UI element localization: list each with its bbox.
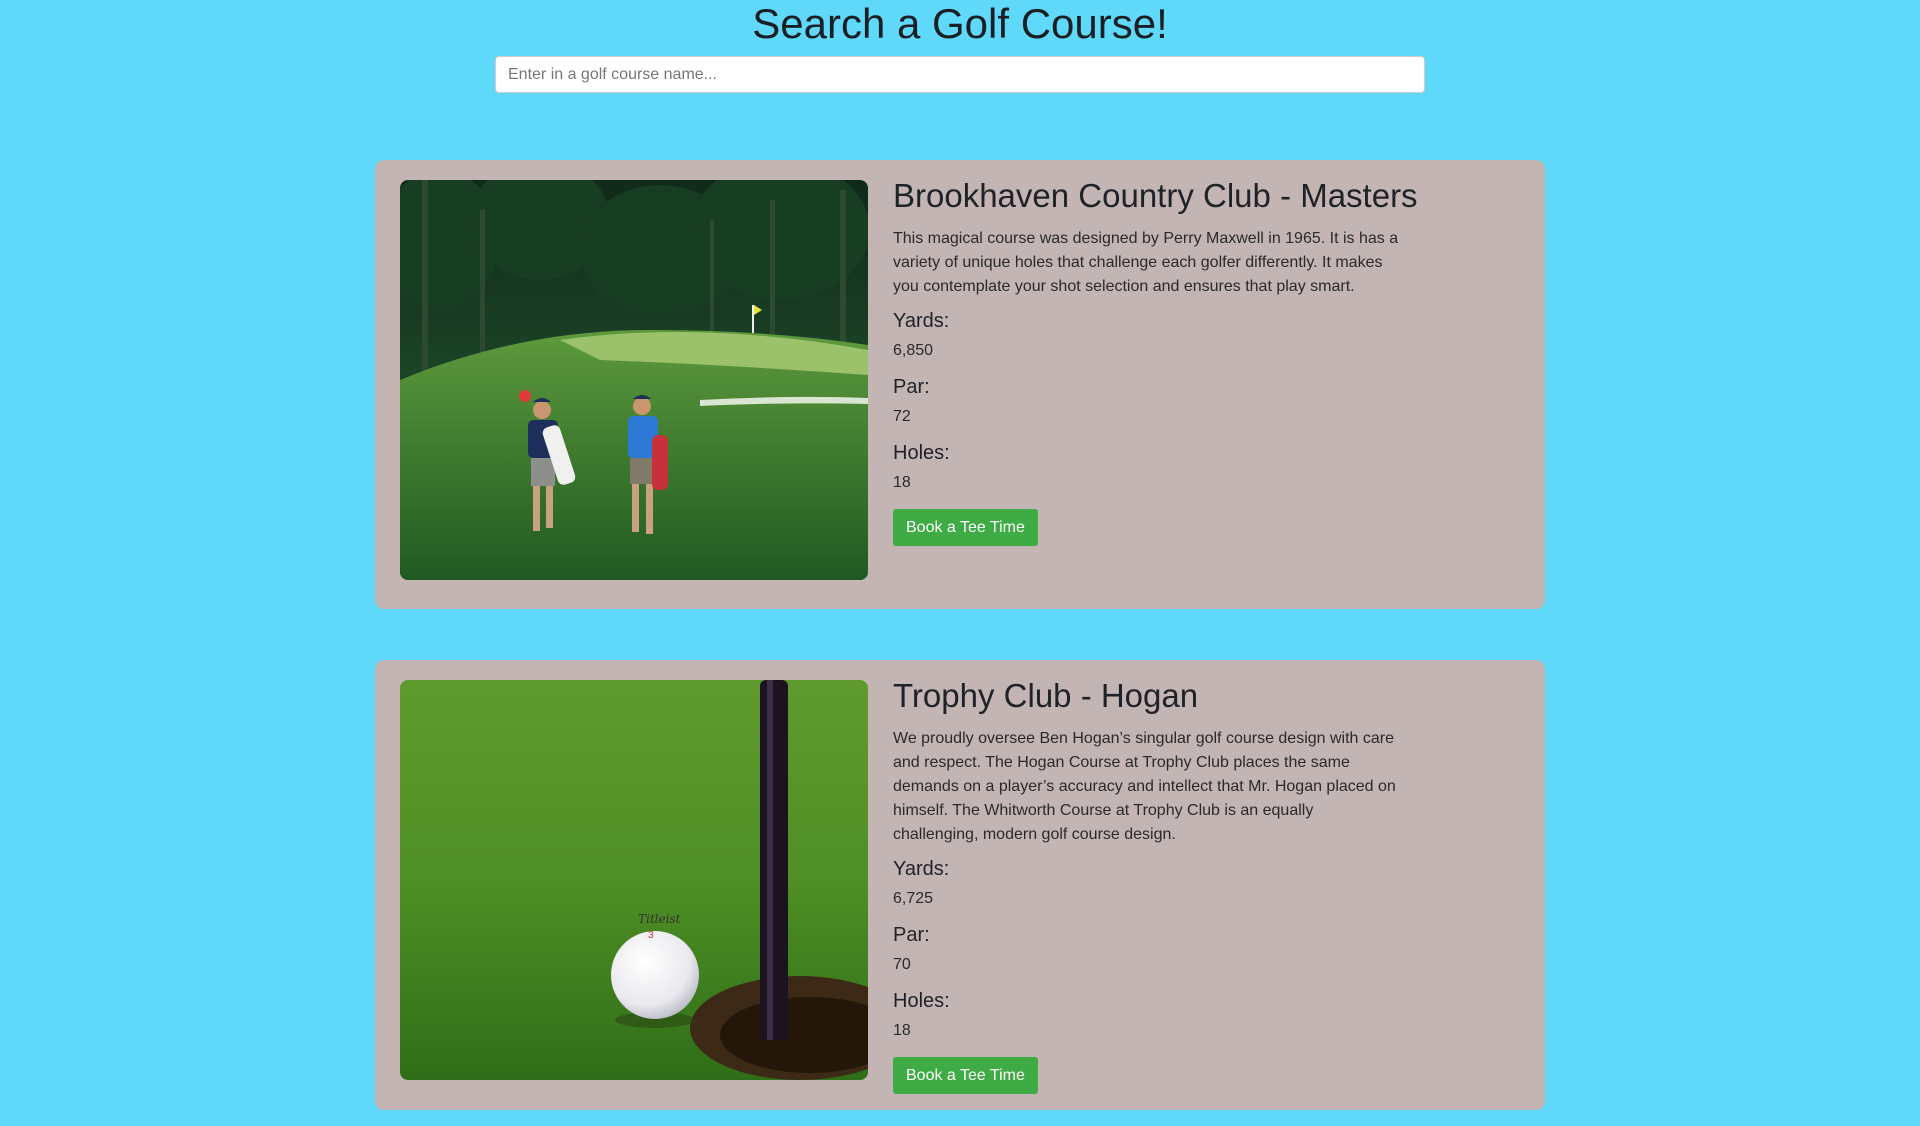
holes-value: 18 (893, 1022, 911, 1039)
course-image: Titleist 3 (400, 680, 868, 1080)
yards-label: Yards: (893, 310, 950, 332)
golfers-walking-photo (400, 180, 868, 580)
holes-label: Holes: (893, 442, 950, 464)
svg-text:3: 3 (648, 930, 654, 941)
par-label: Par: (893, 924, 930, 946)
book-tee-time-button[interactable]: Book a Tee Time (893, 1057, 1038, 1094)
par-value: 70 (893, 956, 911, 973)
course-card: Titleist 3 Trophy Club - Hogan We proudl… (375, 660, 1545, 1110)
course-details: Trophy Club - Hogan We proudly oversee B… (893, 676, 1403, 1094)
holes-value: 18 (893, 474, 911, 491)
course-description: This magical course was designed by Perr… (893, 230, 1399, 295)
ball-brand-text: Titleist (638, 912, 681, 926)
book-tee-time-button[interactable]: Book a Tee Time (893, 509, 1038, 546)
course-description: We proudly oversee Ben Hogan’s singular … (893, 730, 1396, 843)
yards-value: 6,850 (893, 342, 934, 359)
golf-ball-by-cup-photo: Titleist 3 (400, 680, 868, 1080)
holes-label: Holes: (893, 990, 950, 1012)
par-value: 72 (893, 408, 911, 425)
course-details: Brookhaven Country Club - Masters This m… (893, 176, 1418, 546)
par-label: Par: (893, 376, 930, 398)
yards-value: 6,725 (893, 890, 934, 907)
yards-label: Yards: (893, 858, 950, 880)
page-title: Search a Golf Course! (752, 0, 1168, 47)
course-card: Brookhaven Country Club - Masters This m… (375, 160, 1545, 609)
page: Search a Golf Course! Enter in a golf co… (0, 0, 1920, 1126)
course-image (400, 180, 868, 580)
search-input[interactable] (495, 56, 1425, 93)
course-name: Brookhaven Country Club - Masters (893, 177, 1418, 214)
course-name: Trophy Club - Hogan (893, 677, 1199, 714)
